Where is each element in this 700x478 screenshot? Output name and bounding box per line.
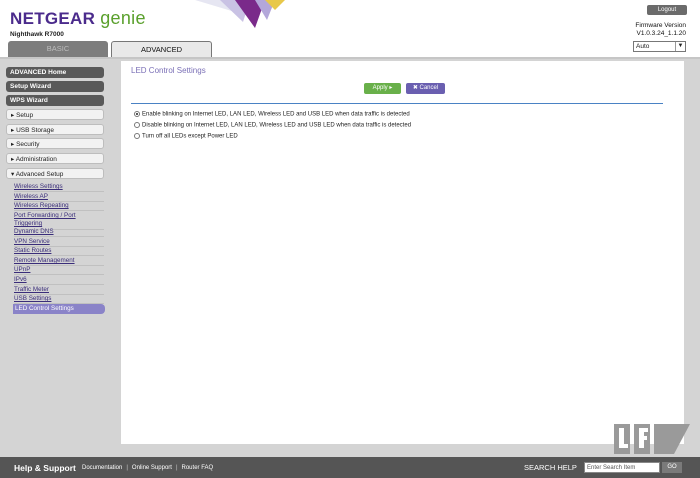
radio-icon[interactable] (134, 133, 140, 139)
sidebar-item-wireless-ap[interactable]: Wireless AP (14, 193, 104, 202)
cancel-button[interactable]: ✖ Cancel (406, 83, 445, 94)
sidebar-section-administration[interactable]: ▸ Administration (6, 153, 104, 164)
footer: Help & Support Documentation | Online Supp… (0, 457, 700, 478)
sidebar-item-wireless-repeating[interactable]: Wireless Repeating (14, 202, 104, 211)
led-option-enable-blinking[interactable]: Enable blinking on Internet LED, LAN LED… (134, 111, 410, 118)
sidebar-setup-wizard[interactable]: Setup Wizard (6, 81, 104, 92)
search-go-button[interactable]: GO (662, 462, 682, 473)
footer-links: Documentation | Online Support | Router FAQ (80, 465, 215, 471)
link-router-faq[interactable]: Router FAQ (180, 465, 216, 471)
sidebar-section-security[interactable]: ▸ Security (6, 138, 104, 149)
sidebar-item-traffic-meter[interactable]: Traffic Meter (14, 286, 104, 295)
header: NETGEAR genie Nighthawk R7000 BASIC ADVA… (0, 0, 700, 58)
sidebar-item-led-control-settings[interactable]: LED Control Settings (13, 304, 105, 314)
firmware-version: V1.0.3.24_1.1.20 (636, 30, 686, 37)
apply-button[interactable]: Apply ▸ (364, 83, 401, 94)
sidebar-wps-wizard[interactable]: WPS Wizard (6, 95, 104, 106)
sidebar-item-static-routes[interactable]: Static Routes (14, 247, 104, 256)
sidebar-section-advanced-setup[interactable]: ▾ Advanced Setup (6, 168, 104, 179)
sidebar-item-remote-management[interactable]: Remote Management (14, 257, 104, 266)
sidebar-advanced-home[interactable]: ADVANCED Home (6, 67, 104, 78)
netgear-genie-logo: NETGEAR genie (10, 8, 146, 29)
option-label: Turn off all LEDs except Power LED (142, 133, 238, 140)
radio-icon[interactable] (134, 122, 140, 128)
header-divider (0, 57, 700, 59)
option-label: Disable blinking on Internet LED, LAN LE… (142, 122, 412, 129)
help-support-title: Help & Support (14, 463, 76, 473)
link-online-support[interactable]: Online Support (130, 465, 174, 471)
link-separator: | (175, 465, 178, 471)
legit-reviews-watermark (614, 424, 690, 454)
main-panel: LED Control Settings Apply ▸ ✖ Cancel En… (121, 61, 684, 444)
header-decoration-icon (195, 0, 285, 28)
language-selected-value: Auto (636, 43, 650, 50)
radio-selected-icon[interactable] (134, 111, 140, 117)
sidebar-section-setup[interactable]: ▸ Setup (6, 109, 104, 120)
chevron-down-icon: ▼ (675, 42, 685, 51)
sidebar-section-usb-storage[interactable]: ▸ USB Storage (6, 124, 104, 135)
sidebar-item-upnp[interactable]: UPnP (14, 266, 104, 275)
link-documentation[interactable]: Documentation (80, 465, 124, 471)
brand-netgear: NETGEAR (10, 9, 96, 28)
router-model: Nighthawk R7000 (10, 31, 64, 38)
led-option-disable-blinking[interactable]: Disable blinking on Internet LED, LAN LE… (134, 122, 411, 129)
sidebar-item-wireless-settings[interactable]: Wireless Settings (14, 183, 104, 192)
option-label: Enable blinking on Internet LED, LAN LED… (142, 111, 410, 118)
logout-button[interactable]: Logout (647, 5, 687, 15)
sidebar-item-ipv6[interactable]: IPv6 (14, 276, 104, 285)
firmware-label: Firmware Version (635, 22, 686, 29)
language-select[interactable]: Auto ▼ (633, 41, 686, 52)
sidebar-item-usb-settings[interactable]: USB Settings (14, 295, 104, 304)
search-input[interactable]: Enter Search Item (584, 462, 660, 473)
tab-advanced[interactable]: ADVANCED (111, 41, 212, 57)
section-divider (131, 103, 663, 104)
sidebar-item-dynamic-dns[interactable]: Dynamic DNS (14, 228, 104, 237)
page-title: LED Control Settings (131, 66, 206, 75)
tab-basic[interactable]: BASIC (8, 41, 108, 57)
search-help-label: SEARCH HELP (524, 463, 577, 472)
led-option-turn-off-all[interactable]: Turn off all LEDs except Power LED (134, 133, 238, 140)
sidebar-item-vpn-service[interactable]: VPN Service (14, 238, 104, 247)
brand-genie: genie (100, 8, 146, 28)
